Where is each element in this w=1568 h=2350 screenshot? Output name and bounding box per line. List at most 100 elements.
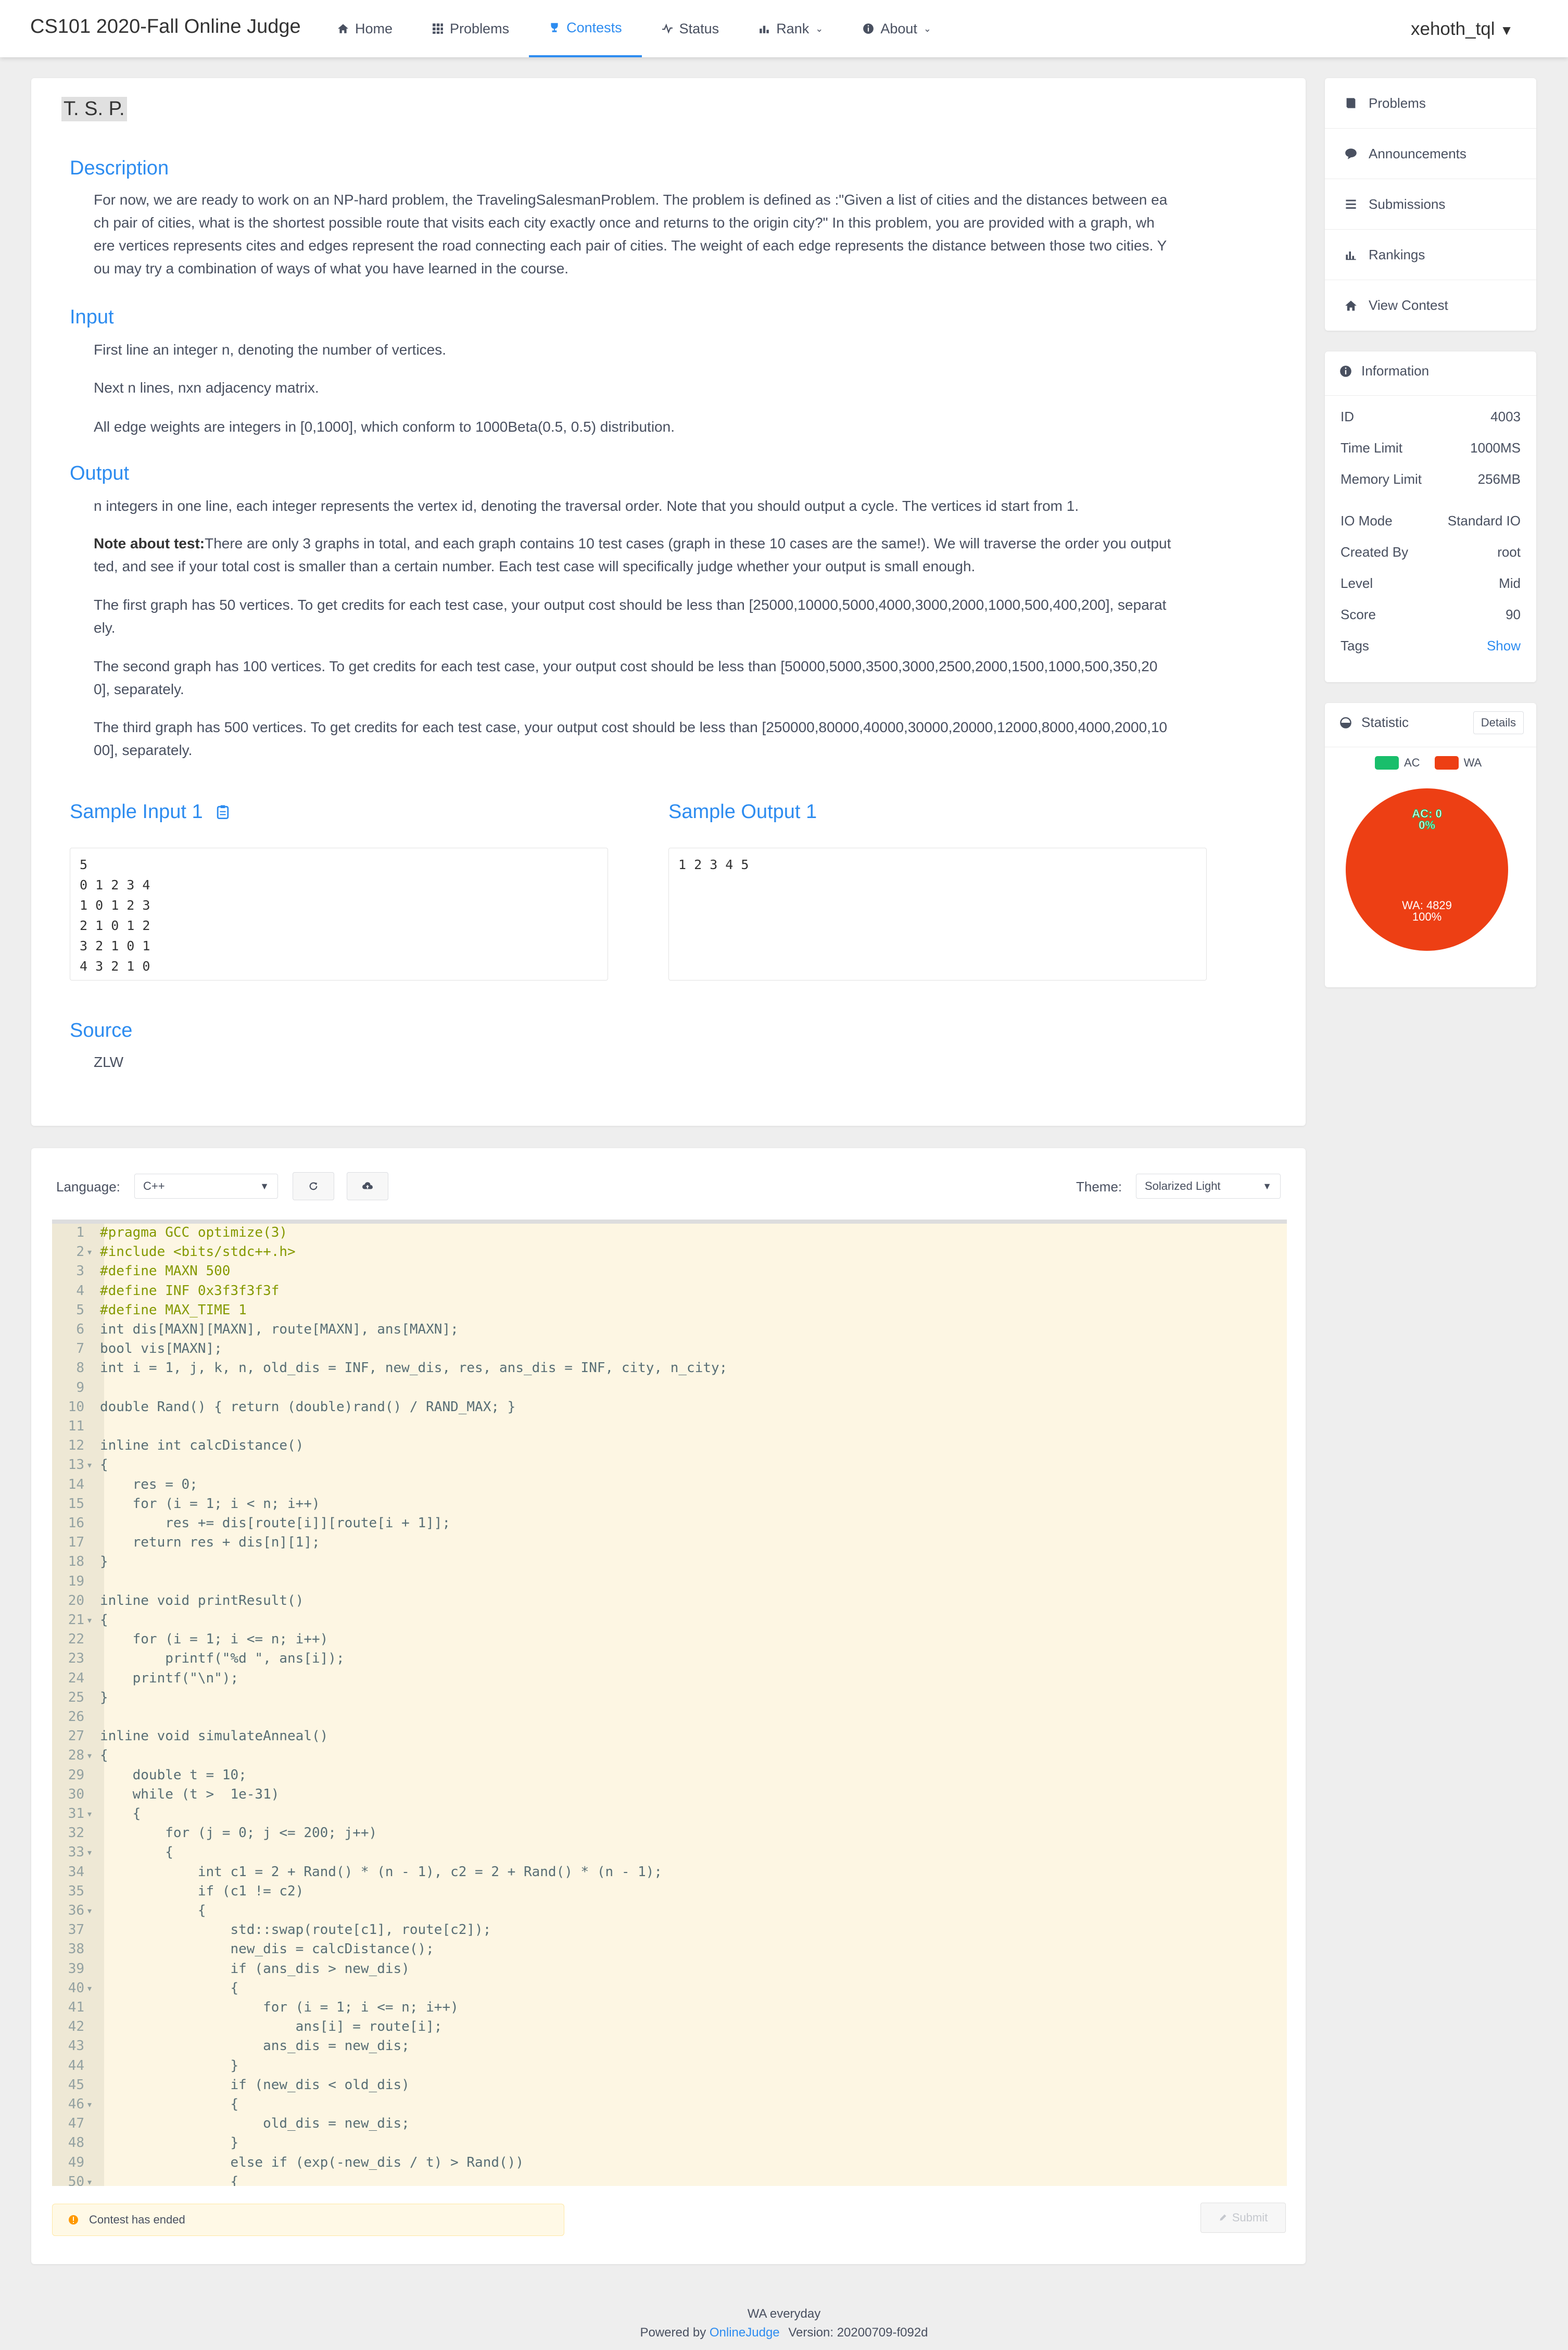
legend-wa-swatch[interactable]	[1434, 756, 1459, 770]
user-menu[interactable]: xehoth_tql ▼	[1411, 19, 1513, 40]
line-number: 18	[68, 1554, 84, 1570]
sidebar-item-submissions[interactable]: Submissions	[1325, 179, 1536, 230]
code-line: int dis[MAXN][MAXN], route[MAXN], ans[MA…	[100, 1322, 459, 1337]
code-line: inline void simulateAnneal()	[100, 1728, 328, 1744]
code-line: new_dis = calcDistance();	[100, 1941, 434, 1957]
fold-toggle-icon[interactable]: ▾	[87, 1460, 92, 1471]
sidebar-item-rankings[interactable]: Rankings	[1325, 230, 1536, 280]
theme-label: Theme:	[1076, 1179, 1122, 1195]
code-line: {	[100, 1748, 108, 1764]
tags-show-link[interactable]: Show	[1487, 638, 1521, 654]
nav-contests-label: Contests	[566, 19, 622, 35]
line-number: 23	[68, 1651, 84, 1667]
sidebar-item-problems[interactable]: Problems	[1325, 78, 1536, 129]
nav-about[interactable]: About ⌄	[843, 0, 951, 57]
caret-down-icon: ▼	[260, 1180, 269, 1191]
line-number: 29	[68, 1767, 84, 1783]
line-number: 27	[68, 1728, 84, 1744]
code-line: ans_dis = new_dis;	[100, 2038, 410, 2054]
fold-toggle-icon[interactable]: ▾	[87, 1906, 92, 1916]
input-line-1: First line an integer n, denoting the nu…	[94, 342, 447, 358]
fold-toggle-icon[interactable]: ▾	[87, 1848, 92, 1858]
fold-toggle-icon[interactable]: ▾	[87, 2100, 92, 2110]
nav-contests[interactable]: Contests	[529, 0, 642, 57]
fold-toggle-icon[interactable]: ▾	[87, 1751, 92, 1761]
line-number: 33	[68, 1844, 84, 1861]
contest-ended-alert: Contest has ended	[52, 2204, 564, 2236]
sidebar-item-view-contest[interactable]: View Contest	[1325, 280, 1536, 331]
clipboard-icon[interactable]	[216, 804, 230, 820]
nav-home[interactable]: Home	[318, 0, 412, 57]
nav-problems-label: Problems	[450, 20, 510, 36]
home-icon	[338, 24, 348, 33]
details-button[interactable]: Details	[1473, 711, 1524, 734]
fold-toggle-icon[interactable]: ▾	[87, 1983, 92, 1994]
code-line: return res + dis[n][1];	[100, 1535, 320, 1551]
line-number: 28	[68, 1748, 84, 1764]
line-number: 7	[76, 1341, 84, 1357]
footer-version: Version: 20200709-f092d	[788, 2326, 928, 2340]
line-number: 24	[68, 1670, 84, 1686]
code-line: res = 0;	[100, 1476, 198, 1492]
fold-toggle-icon[interactable]: ▾	[87, 1247, 92, 1258]
code-line: {	[100, 2096, 239, 2112]
code-line: int c1 = 2 + Rand() * (n - 1), c2 = 2 + …	[100, 1864, 663, 1880]
code-line: {	[100, 1806, 141, 1821]
code-editor[interactable]: 1 #pragma GCC optimize(3) 2 ▾ #include <bits…	[52, 1220, 1287, 2186]
site-title[interactable]: CS101 2020-Fall Online Judge	[30, 16, 301, 38]
code-line: }	[100, 1689, 108, 1705]
upload-code-button[interactable]	[347, 1172, 388, 1200]
sample-input-box: 5 0 1 2 3 4 1 0 1 2 3 2 1 0 1 2 3 2 1 0 …	[70, 848, 608, 981]
description-heading: Description	[70, 157, 169, 179]
nav-status[interactable]: Status	[642, 0, 739, 57]
line-number: 1	[76, 1225, 84, 1240]
line-number: 37	[68, 1922, 84, 1938]
line-number: 8	[76, 1360, 84, 1376]
fold-toggle-icon[interactable]: ▾	[87, 1809, 92, 1819]
upload-cloud-icon	[362, 1182, 373, 1189]
theme-select[interactable]: Solarized Light ▼	[1136, 1174, 1281, 1199]
line-number: 47	[68, 2116, 84, 2132]
code-line: double t = 10;	[100, 1767, 247, 1783]
warning-icon	[69, 2215, 78, 2225]
reset-code-button[interactable]	[293, 1172, 334, 1200]
book-icon	[1346, 98, 1356, 108]
fold-toggle-icon[interactable]: ▾	[87, 2177, 92, 2186]
footer-tagline: WA everyday	[747, 2307, 821, 2321]
navbar: CS101 2020-Fall Online Judge Home Proble…	[0, 0, 1568, 57]
graph1-text: The first graph has 50 vertices. To get …	[94, 597, 1167, 636]
info-row-created-by: Created By root	[1341, 544, 1521, 560]
code-line: {	[100, 1980, 239, 1996]
chart-legend: AC WA	[1375, 756, 1482, 770]
language-select[interactable]: C++ ▼	[134, 1174, 278, 1199]
legend-ac-swatch[interactable]	[1375, 756, 1399, 770]
sidebar-item-announcements[interactable]: Announcements	[1325, 129, 1536, 179]
nav-rank[interactable]: Rank ⌄	[739, 0, 843, 57]
nav-problems[interactable]: Problems	[412, 0, 529, 57]
line-number: 6	[76, 1322, 84, 1337]
info-row-time-limit: Time Limit 1000MS	[1341, 440, 1521, 456]
line-number: 44	[68, 2057, 84, 2073]
info-row-memory-limit: Memory Limit 256MB	[1341, 471, 1521, 487]
code-line: else if (exp(-new_dis / t) > Rand())	[100, 2154, 524, 2170]
submit-button[interactable]: Submit	[1200, 2203, 1286, 2233]
line-number: 36	[68, 1903, 84, 1918]
note-label: Note about test:	[94, 535, 205, 551]
code-line: {	[100, 2173, 239, 2186]
statistic-card: Statistic Details AC WA AC: 0 0% WA: 482…	[1325, 703, 1536, 987]
code-line: if (ans_dis > new_dis)	[100, 1961, 410, 1977]
username: xehoth_tql	[1411, 19, 1495, 39]
fold-toggle-icon[interactable]: ▾	[87, 1615, 92, 1626]
line-number: 49	[68, 2154, 84, 2170]
nav-status-label: Status	[679, 20, 719, 36]
stats-icon	[1346, 252, 1356, 260]
line-number: 3	[76, 1263, 84, 1279]
line-number: 20	[68, 1592, 84, 1608]
code-line: std::swap(route[c1], route[c2]);	[100, 1922, 491, 1938]
input-line-3: All edge weights are integers in [0,1000…	[94, 419, 675, 435]
onlinejudge-link[interactable]: OnlineJudge	[710, 2326, 780, 2340]
description-text: For now, we are ready to work on an NP-h…	[94, 192, 1168, 277]
info-divider	[1325, 395, 1536, 396]
line-number: 39	[68, 1961, 84, 1977]
nav-rank-label: Rank	[776, 20, 810, 36]
